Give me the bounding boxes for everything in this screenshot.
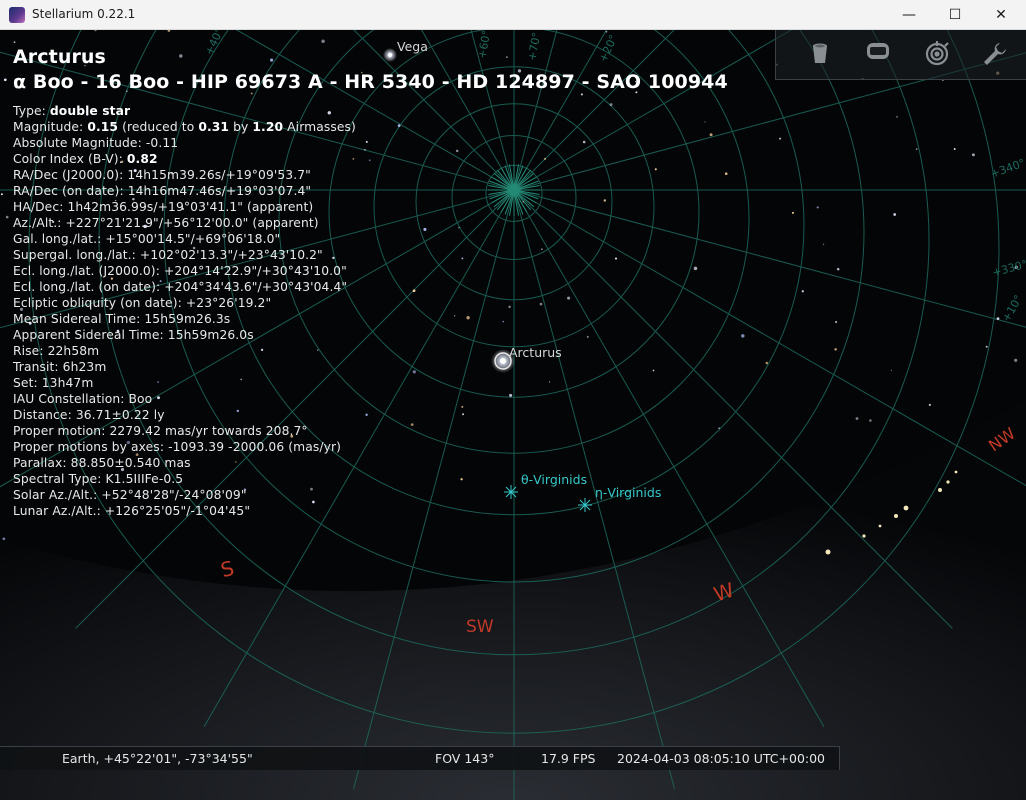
background-star [94, 30, 97, 32]
info-airmass-value: 1.20 [252, 120, 284, 134]
status-datetime: 2024-04-03 08:05:10 UTC+00:00 [617, 751, 826, 766]
info-line: Rise: 22h58m [13, 344, 100, 358]
window-title: Stellarium 0.22.1 [32, 7, 136, 21]
background-star [836, 267, 840, 271]
info-magnitude-text: Airmasses) [287, 120, 356, 134]
object-designations: α Boo - 16 Boo - HIP 69673 A - HR 5340 -… [13, 71, 728, 93]
close-button[interactable]: ✕ [978, 0, 1024, 30]
info-color-index-value: 0.82 [126, 152, 158, 166]
info-line: Solar Az./Alt.: +52°48'28"/-24°08'09" [13, 488, 247, 502]
background-star [890, 369, 893, 371]
background-star [13, 41, 16, 43]
object-info-panel: Arcturus α Boo - 16 Boo - HIP 69673 A - … [13, 45, 728, 519]
background-star [893, 213, 897, 216]
cardinal-southwest: SW [466, 617, 494, 637]
info-magnitude-row: Magnitude: 0.15 (reduced to 0.31 by 1.20… [13, 119, 728, 135]
sky-view[interactable]: +40° +60° +70° +20° +340° +330° +10° Veg… [0, 30, 1026, 800]
background-star [2, 537, 6, 541]
info-line: Set: 13h47m [13, 376, 94, 390]
background-star [816, 206, 819, 209]
background-star [896, 116, 898, 118]
info-type-value: double star [49, 104, 131, 118]
info-line: Ecl. long./lat. (on date): +204°34'43.6"… [13, 280, 348, 294]
info-line: Apparent Sidereal Time: 15h59m26.0s [13, 328, 254, 342]
object-name: Arcturus [13, 46, 106, 68]
info-line: Mean Sidereal Time: 15h59m26.3s [13, 312, 231, 326]
background-star [321, 39, 325, 43]
background-star [855, 417, 859, 420]
top-toolbox [775, 30, 1026, 80]
background-star [834, 348, 837, 351]
info-line: Spectral Type: K1.5IIIFe-0.5 [13, 472, 184, 486]
background-star [3, 78, 7, 82]
info-color-index-label: Color Index (B-V): [13, 152, 123, 166]
wrench-icon[interactable] [982, 41, 1010, 69]
info-line: Ecliptic obliquity (on date): +23°26'19.… [13, 296, 272, 310]
status-bar: Earth, +45°22'01", -73°34'55" FOV 143° 1… [0, 746, 840, 770]
info-magnitude-label: Magnitude: [13, 120, 84, 134]
background-star [765, 361, 769, 365]
background-star [928, 403, 931, 406]
info-line: Parallax: 88.850±0.540 mas [13, 456, 191, 470]
info-magnitude-reduced: 0.31 [198, 120, 230, 134]
close-icon: ✕ [995, 7, 1007, 23]
trash-icon[interactable] [809, 41, 837, 69]
info-type-row: Type: double star [13, 103, 728, 119]
info-line: Az./Alt.: +227°21'21.9"/+56°12'00.0" (ap… [13, 216, 319, 230]
info-line: Transit: 6h23m [13, 360, 107, 374]
title-bar: Stellarium 0.22.1 — ☐ ✕ [0, 0, 1026, 30]
background-star [822, 243, 825, 245]
info-line: Ecl. long./lat. (J2000.0): +204°14'22.9"… [13, 264, 347, 278]
info-magnitude-value: 0.15 [87, 120, 119, 134]
display-icon[interactable] [866, 41, 894, 69]
info-type-label: Type: [13, 104, 46, 118]
background-star [741, 334, 745, 338]
info-line: Supergal. long./lat.: +102°02'13.3"/+23°… [13, 248, 323, 262]
info-line: HA/Dec: 1h42m36.99s/+19°03'41.1" (appare… [13, 200, 314, 214]
background-star [1014, 358, 1018, 362]
background-star [971, 153, 975, 157]
background-star [0, 193, 3, 196]
background-star [791, 211, 794, 214]
background-star [5, 215, 9, 219]
background-star [779, 137, 782, 140]
background-star [167, 30, 171, 32]
info-line: IAU Constellation: Boo [13, 392, 153, 406]
minimize-button[interactable]: — [886, 0, 932, 30]
info-line: Gal. long./lat.: +15°00'14.5"/+69°06'18.… [13, 232, 281, 246]
background-star [985, 345, 988, 348]
maximize-button[interactable]: ☐ [932, 0, 978, 30]
target-icon[interactable] [924, 41, 952, 69]
info-line: RA/Dec (on date): 14h16m47.46s/+19°03'07… [13, 184, 312, 198]
background-star [915, 148, 918, 150]
info-line: RA/Dec (J2000.0): 14h15m39.26s/+19°09'53… [13, 168, 311, 182]
info-line: Lunar Az./Alt.: +126°25'05"/-1°04'45" [13, 504, 251, 518]
info-absolute-magnitude: Absolute Magnitude: -0.11 [13, 136, 179, 150]
maximize-icon: ☐ [948, 7, 962, 23]
info-line: Proper motions by axes: -1093.39 -2000.0… [13, 440, 342, 454]
background-star [605, 30, 608, 33]
info-line: Proper motion: 2279.42 mas/yr towards 20… [13, 424, 308, 438]
stellarium-app-icon [9, 7, 25, 23]
background-star [801, 290, 804, 293]
status-location: Earth, +45°22'01", -73°34'55" [62, 751, 253, 766]
status-fps: 17.9 FPS [541, 751, 596, 766]
background-star [869, 419, 872, 422]
background-star [835, 321, 838, 323]
info-color-index-row: Color Index (B-V): 0.82 [13, 151, 728, 167]
info-line: Distance: 36.71±0.22 ly [13, 408, 165, 422]
background-star [953, 148, 956, 150]
minimize-icon: — [902, 7, 916, 23]
info-magnitude-text: (reduced to [122, 120, 195, 134]
info-magnitude-text: by [233, 120, 249, 134]
status-fov: FOV 143° [435, 751, 495, 766]
